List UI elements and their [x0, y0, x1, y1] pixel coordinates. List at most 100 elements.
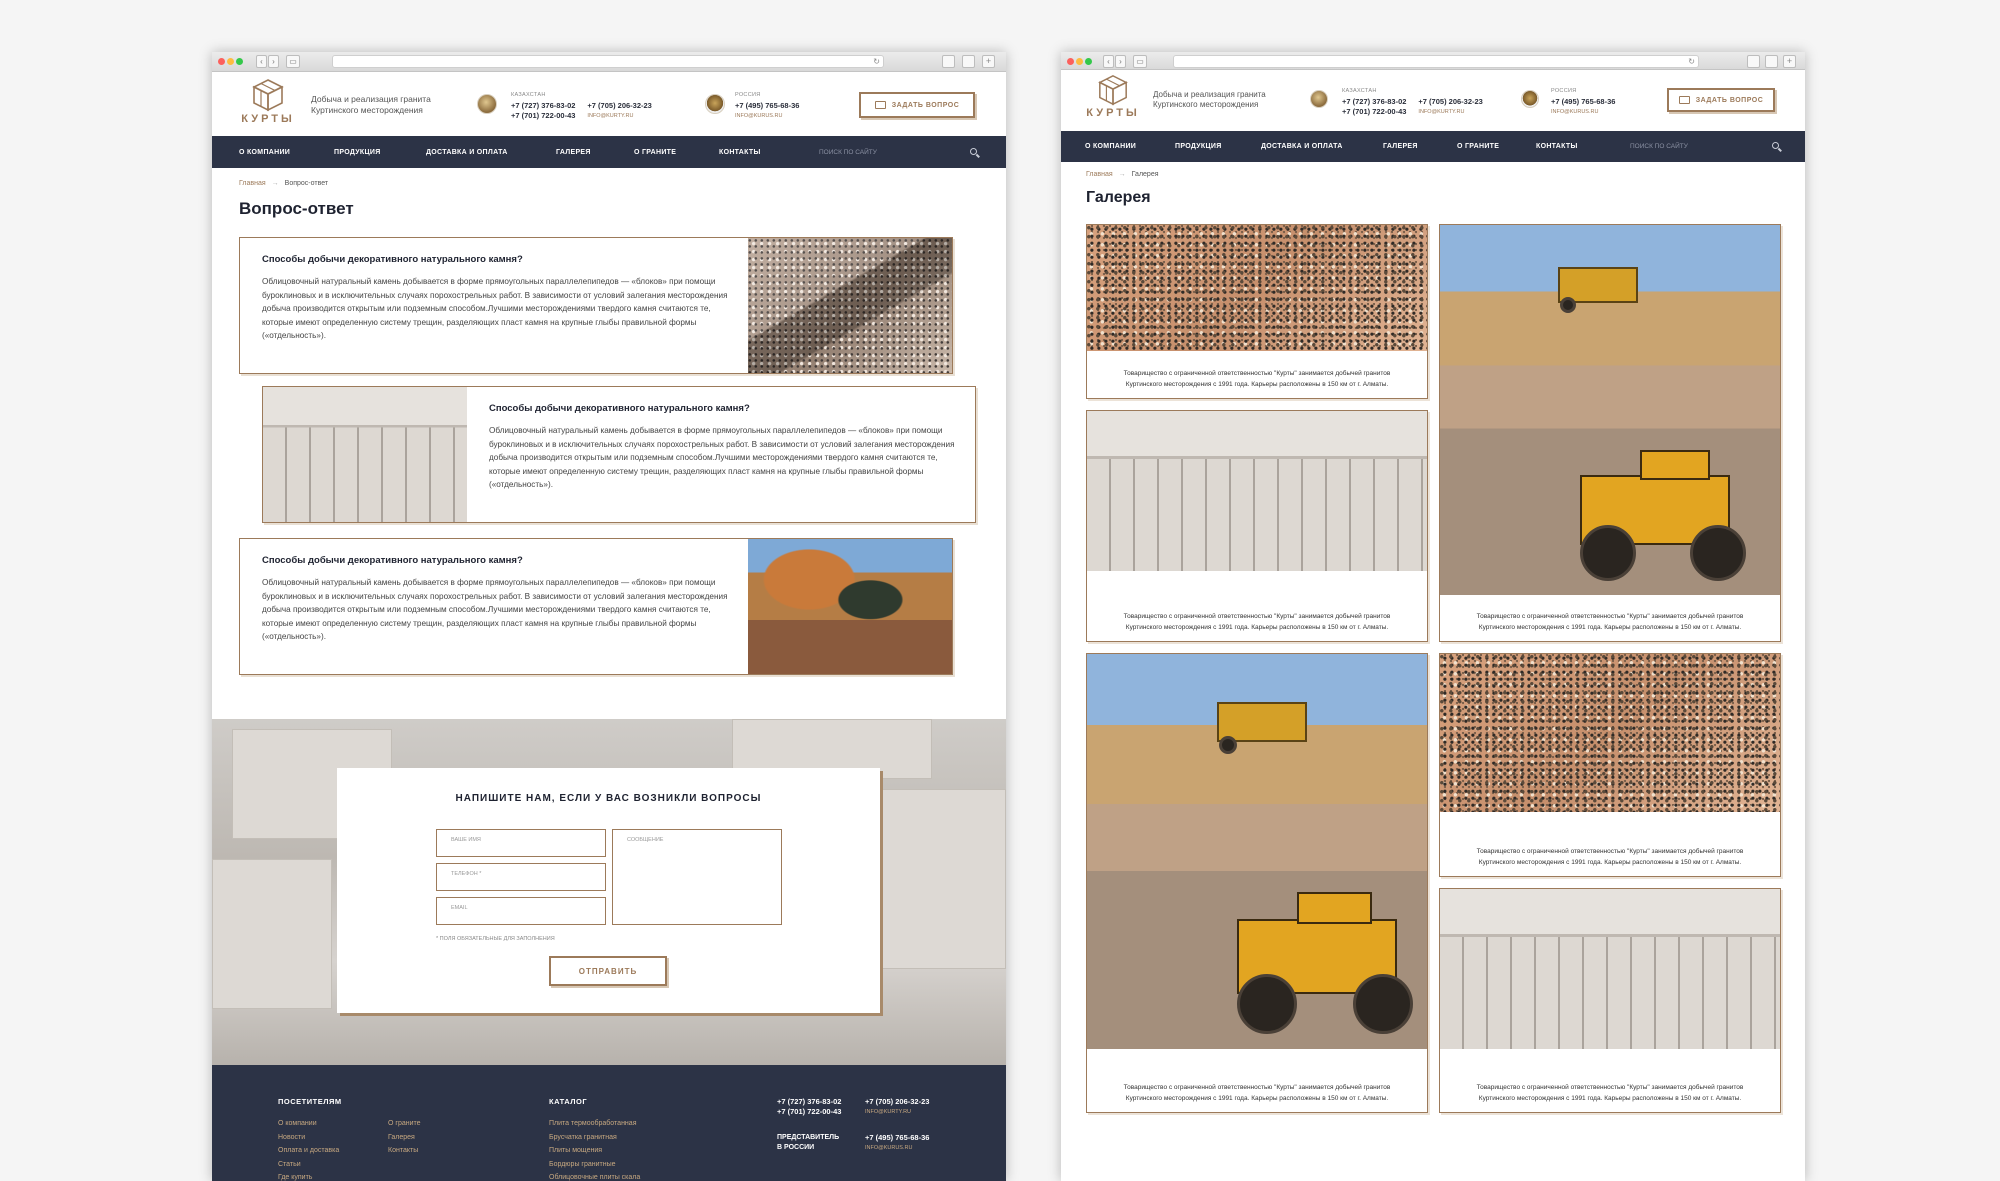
- forward-arrow-icon[interactable]: ›: [268, 55, 279, 68]
- close-window-button[interactable]: [218, 58, 225, 65]
- tabs-icon[interactable]: [962, 55, 975, 68]
- footer-link[interactable]: Облицовочные плиты скала: [549, 1171, 640, 1181]
- ask-question-button[interactable]: ЗАДАТЬ ВОПРОС: [1667, 88, 1775, 112]
- footer-phone[interactable]: +7 (495) 765-68-36: [865, 1133, 929, 1143]
- nav-item-contacts[interactable]: КОНТАКТЫ: [719, 149, 761, 156]
- ask-question-button[interactable]: ЗАДАТЬ ВОПРОС: [859, 92, 975, 118]
- ru-email[interactable]: INFO@KURUS.RU: [735, 111, 799, 121]
- gallery-card[interactable]: Товарищество с ограниченной ответственно…: [1439, 888, 1781, 1113]
- gallery-caption: Товарищество с ограниченной ответственно…: [1476, 613, 1744, 631]
- nav-item-contacts[interactable]: КОНТАКТЫ: [1536, 143, 1578, 150]
- kazakhstan-emblem-icon: [1310, 90, 1328, 108]
- footer-phone[interactable]: +7 (701) 722-00-43: [777, 1107, 841, 1117]
- footer-link[interactable]: Статьи: [278, 1158, 339, 1172]
- nav-item-products[interactable]: ПРОДУКЦИЯ: [334, 149, 381, 156]
- tabs-icon[interactable]: [1765, 55, 1778, 68]
- site-logo[interactable]: КУРТЫ: [238, 78, 298, 132]
- kz-phone-3[interactable]: +7 (705) 206-32-23: [587, 101, 651, 111]
- back-arrow-icon[interactable]: ‹: [1103, 55, 1114, 68]
- main-nav: О КОМПАНИИ ПРОДУКЦИЯ ДОСТАВКА И ОПЛАТА Г…: [1061, 131, 1805, 162]
- nav-item-about[interactable]: О КОМПАНИИ: [239, 149, 290, 156]
- breadcrumb-home[interactable]: Главная: [239, 180, 266, 187]
- email-input[interactable]: EMAIL: [436, 897, 606, 925]
- maximize-window-button[interactable]: [1085, 58, 1092, 65]
- footer-email[interactable]: INFO@KURUS.RU: [865, 1145, 912, 1151]
- kz-phone-2[interactable]: +7 (701) 722-00-43: [511, 111, 575, 121]
- footer-link[interactable]: Оплата и доставка: [278, 1144, 339, 1158]
- footer-phone[interactable]: +7 (727) 376-83-02: [777, 1097, 841, 1107]
- faq-question: Способы добычи декоративного натуральног…: [262, 254, 523, 265]
- footer-link[interactable]: О компании: [278, 1117, 339, 1131]
- search-icon[interactable]: [970, 148, 977, 155]
- kz-phone-1[interactable]: +7 (727) 376-83-02: [511, 101, 575, 111]
- footer-link[interactable]: Где купить: [278, 1171, 339, 1181]
- footer-link[interactable]: Бордюры гранитные: [549, 1158, 640, 1172]
- search-input[interactable]: ПОИСК ПО САЙТУ: [1630, 143, 1688, 150]
- nav-item-granite[interactable]: О ГРАНИТЕ: [634, 149, 676, 156]
- back-arrow-icon[interactable]: ‹: [256, 55, 267, 68]
- ru-email[interactable]: INFO@KURUS.RU: [1551, 107, 1615, 117]
- gallery-card[interactable]: Товарищество с ограниченной ответственно…: [1086, 653, 1428, 1113]
- footer-link[interactable]: Контакты: [388, 1144, 421, 1158]
- message-textarea[interactable]: СООБЩЕНИЕ: [612, 829, 782, 925]
- footer-link[interactable]: О граните: [388, 1117, 421, 1131]
- kazakhstan-emblem-icon: [477, 94, 497, 114]
- footer-ru-rep-line: В РОССИИ: [777, 1144, 815, 1151]
- search-icon[interactable]: [1772, 142, 1779, 149]
- kz-caption: КАЗАХСТАН: [1342, 88, 1377, 94]
- gallery-card[interactable]: Товарищество с ограниченной ответственно…: [1086, 410, 1428, 642]
- forward-arrow-icon[interactable]: ›: [1115, 55, 1126, 68]
- footer-phone[interactable]: +7 (705) 206-32-23: [865, 1097, 929, 1107]
- nav-item-gallery[interactable]: ГАЛЕРЕЯ: [556, 149, 591, 156]
- footer-link[interactable]: Плита термообработанная: [549, 1117, 640, 1131]
- ru-phone[interactable]: +7 (495) 765-68-36: [1551, 97, 1615, 107]
- submit-button[interactable]: ОТПРАВИТЬ: [549, 956, 667, 986]
- gallery-card[interactable]: Товарищество с ограниченной ответственно…: [1439, 224, 1781, 642]
- gallery-card[interactable]: Товарищество с ограниченной ответственно…: [1086, 224, 1428, 399]
- kz-phone-3[interactable]: +7 (705) 206-32-23: [1418, 97, 1482, 107]
- share-icon[interactable]: [1747, 55, 1760, 68]
- sidebar-icon[interactable]: ▭: [286, 55, 300, 68]
- nav-item-about[interactable]: О КОМПАНИИ: [1085, 143, 1136, 150]
- phone-input[interactable]: ТЕЛЕФОН *: [436, 863, 606, 891]
- gallery-card[interactable]: Товарищество с ограниченной ответственно…: [1439, 653, 1781, 877]
- minimize-window-button[interactable]: [1076, 58, 1083, 65]
- close-window-button[interactable]: [1067, 58, 1074, 65]
- sidebar-icon[interactable]: ▭: [1133, 55, 1147, 68]
- nav-item-delivery[interactable]: ДОСТАВКА И ОПЛАТА: [1261, 143, 1343, 150]
- footer-visitors-heading: ПОСЕТИТЕЛЯМ: [278, 1097, 342, 1106]
- minimize-window-button[interactable]: [227, 58, 234, 65]
- footer-link[interactable]: Новости: [278, 1131, 339, 1145]
- share-icon[interactable]: [942, 55, 955, 68]
- nav-item-granite[interactable]: О ГРАНИТЕ: [1457, 143, 1499, 150]
- maximize-window-button[interactable]: [236, 58, 243, 65]
- new-tab-icon[interactable]: +: [982, 55, 995, 68]
- address-bar[interactable]: ↻: [1173, 55, 1699, 68]
- new-tab-icon[interactable]: +: [1783, 55, 1796, 68]
- kz-phone-1[interactable]: +7 (727) 376-83-02: [1342, 97, 1406, 107]
- footer-link[interactable]: Галерея: [388, 1131, 421, 1145]
- footer-link[interactable]: Брусчатка гранитная: [549, 1131, 640, 1145]
- reload-icon[interactable]: ↻: [1688, 56, 1695, 67]
- breadcrumb-home[interactable]: Главная: [1086, 171, 1113, 178]
- footer-email[interactable]: INFO@KURTY.RU: [865, 1109, 911, 1115]
- loader-cab-image: [1297, 892, 1372, 924]
- ru-phone[interactable]: +7 (495) 765-68-36: [735, 101, 799, 111]
- kz-phone-2[interactable]: +7 (701) 722-00-43: [1342, 107, 1406, 117]
- granite-slabs-image: [1087, 411, 1427, 571]
- nav-item-products[interactable]: ПРОДУКЦИЯ: [1175, 143, 1222, 150]
- search-input[interactable]: ПОИСК ПО САЙТУ: [819, 149, 877, 156]
- reload-icon[interactable]: ↻: [873, 56, 880, 67]
- tagline-line-2: Куртинского месторождения: [1153, 100, 1259, 109]
- site-logo[interactable]: КУРТЫ: [1083, 74, 1143, 128]
- main-nav: О КОМПАНИИ ПРОДУКЦИЯ ДОСТАВКА И ОПЛАТА Г…: [212, 136, 1006, 168]
- granite-block-image: [748, 238, 952, 373]
- address-bar[interactable]: ↻: [332, 55, 884, 68]
- nav-item-delivery[interactable]: ДОСТАВКА И ОПЛАТА: [426, 149, 508, 156]
- quarry-loader-image: [1087, 654, 1427, 1049]
- kz-email[interactable]: INFO@KURTY.RU: [587, 111, 651, 121]
- footer-link[interactable]: Плиты мощения: [549, 1144, 640, 1158]
- name-input[interactable]: ВАШЕ ИМЯ: [436, 829, 606, 857]
- kz-email[interactable]: INFO@KURTY.RU: [1418, 107, 1482, 117]
- nav-item-gallery[interactable]: ГАЛЕРЕЯ: [1383, 143, 1418, 150]
